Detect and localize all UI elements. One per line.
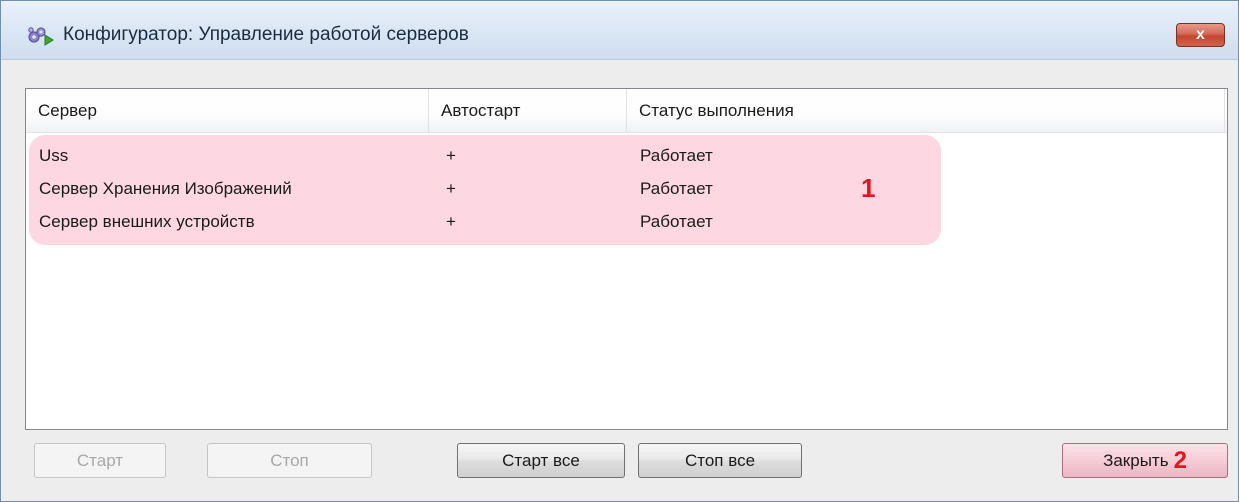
column-header-autostart[interactable]: Автостарт — [429, 89, 627, 132]
server-name-cell: Сервер внешних устройств — [39, 212, 255, 231]
stop-all-button[interactable]: Стоп все — [638, 443, 802, 478]
autostart-cell: + — [446, 146, 456, 165]
server-name-cell: Сервер Хранения Изображений — [39, 179, 292, 198]
stop-button[interactable]: Стоп — [207, 443, 372, 478]
close-button[interactable]: Закрыть 2 — [1062, 443, 1228, 478]
annotation-marker-1: 1 — [861, 173, 876, 203]
start-all-button[interactable]: Старт все — [457, 443, 625, 478]
status-cell: Работает — [640, 146, 713, 165]
autostart-cell: + — [446, 212, 456, 231]
close-button-label: Закрыть — [1103, 450, 1169, 470]
column-header-status[interactable]: Статус выполнения — [627, 89, 1225, 132]
table-row[interactable]: Uss + Работает — [26, 139, 1227, 172]
status-cell: Работает — [640, 179, 713, 198]
annotation-marker-2: 2 — [1173, 446, 1187, 474]
close-icon: x — [1196, 26, 1205, 43]
list-header: Сервер Автостарт Статус выполнения — [26, 89, 1227, 133]
title-bar[interactable]: Конфигуратор: Управление работой серверо… — [1, 1, 1238, 60]
autostart-cell: + — [446, 179, 456, 198]
table-row[interactable]: Сервер Хранения Изображений + Работает — [26, 172, 1227, 205]
column-header-server[interactable]: Сервер — [26, 89, 429, 132]
table-row[interactable]: Сервер внешних устройств + Работает — [26, 205, 1227, 238]
client-area: Сервер Автостарт Статус выполнения Uss +… — [1, 60, 1238, 501]
window-title: Конфигуратор: Управление работой серверо… — [63, 24, 469, 45]
status-cell: Работает — [640, 212, 713, 231]
configurator-window: Конфигуратор: Управление работой серверо… — [0, 0, 1239, 502]
window-close-button[interactable]: x — [1176, 23, 1225, 47]
start-button[interactable]: Старт — [34, 443, 166, 478]
servers-list[interactable]: Сервер Автостарт Статус выполнения Uss +… — [25, 88, 1228, 430]
server-name-cell: Uss — [39, 146, 69, 165]
gears-icon — [28, 27, 54, 46]
